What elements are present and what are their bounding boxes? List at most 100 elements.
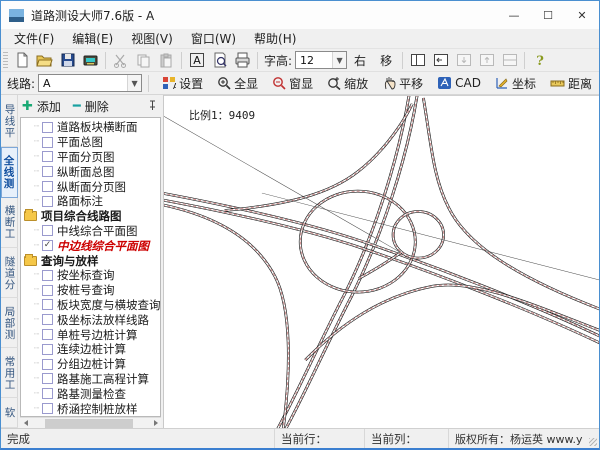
checkbox[interactable] [42, 137, 53, 148]
window-down-button[interactable] [452, 50, 475, 71]
checkbox[interactable] [42, 225, 53, 236]
tree-guide: ┈ [34, 389, 42, 399]
scroll-right-icon[interactable] [150, 418, 161, 429]
sidebar-tab-7[interactable]: 软件 [1, 398, 18, 428]
sidebar-tab-5[interactable]: 局部测设 [1, 298, 18, 348]
route-select[interactable]: A ▼ [38, 74, 142, 92]
cut-button[interactable] [109, 50, 132, 71]
tool-button-zoom[interactable]: 缩放 [320, 73, 375, 94]
tool-button-fit-all[interactable]: 全显 [210, 73, 265, 94]
delete-button[interactable]: 删除 [83, 98, 111, 115]
tree-item[interactable]: ┈中线综合平面图 [24, 224, 161, 239]
checkbox[interactable] [42, 122, 53, 133]
checkbox[interactable] [42, 344, 53, 355]
tree-item[interactable]: ┈分组边桩计算 [24, 357, 161, 372]
tree-horizontal-scrollbar[interactable] [20, 417, 161, 428]
tree-item[interactable]: ┈极坐标法放样线路 [24, 312, 161, 327]
checkbox[interactable] [42, 270, 53, 281]
help-button[interactable]: ? [528, 50, 551, 71]
tree-vertical-scrollbar[interactable] [161, 118, 162, 416]
maximize-button[interactable]: ☐ [531, 1, 565, 29]
checkbox[interactable]: ✓ [42, 240, 53, 251]
scale-annotation: 比例1：9409 [189, 107, 255, 123]
checkbox[interactable] [42, 285, 53, 296]
checkbox[interactable] [42, 166, 53, 177]
tool-button-coordinate[interactable]: 坐标 [488, 73, 543, 94]
toolbar-grip[interactable] [3, 52, 8, 68]
pin-icon[interactable] [145, 99, 159, 114]
font-button[interactable]: A [185, 50, 208, 71]
tool-button-settings[interactable]: A设置 [155, 73, 210, 94]
checkbox[interactable] [42, 196, 53, 207]
tree-item[interactable]: ┈按坐标查询 [24, 268, 161, 283]
checkbox[interactable] [42, 373, 53, 384]
current-row-label: 当前行： [275, 429, 365, 448]
tile-vertical-button[interactable] [406, 50, 429, 71]
tree-item[interactable]: ┈道路板块横断面 [24, 120, 161, 135]
checkbox[interactable] [42, 299, 53, 310]
checkbox[interactable] [42, 388, 53, 399]
sidebar-tab-6[interactable]: 常用工具 [1, 348, 18, 398]
copy-button[interactable] [132, 50, 155, 71]
folder-icon [24, 256, 37, 266]
tree-item[interactable]: ┈平面总图 [24, 135, 161, 150]
paste-button[interactable] [155, 50, 178, 71]
tree-item[interactable]: ┈连续边桩计算 [24, 342, 161, 357]
menu-item[interactable]: 编辑(E) [63, 28, 122, 49]
tool-button-distance[interactable]: 距离 [543, 73, 599, 94]
add-button[interactable]: 添加 [35, 98, 63, 115]
print-button[interactable] [231, 50, 254, 71]
tree-item[interactable]: ┈✓中边线综合平面图 [24, 238, 161, 253]
menu-item[interactable]: 文件(F) [5, 28, 63, 49]
pan-icon [382, 76, 396, 90]
tree-item[interactable]: ┈板块宽度与横坡查询 [24, 298, 161, 313]
checkbox[interactable] [42, 359, 53, 370]
sidebar-tab-strip: 导线平差全线测设横断工程隧道分析局部测设常用工具软件 [1, 95, 18, 428]
resize-grip[interactable] [587, 429, 599, 448]
tree-item[interactable]: ┈桥涵控制桩放样 [24, 401, 161, 416]
tree-item[interactable]: 查询与放样 [24, 253, 161, 268]
tree-item[interactable]: ┈按桩号查询 [24, 283, 161, 298]
tool-button-window-zoom[interactable]: 窗显 [265, 73, 320, 94]
close-button[interactable]: ✕ [565, 1, 599, 29]
sidebar-tab-1[interactable]: 导线平差 [1, 97, 18, 147]
checkbox[interactable] [42, 329, 53, 340]
right-button[interactable]: 右 [347, 50, 373, 71]
drawing-canvas[interactable]: 比例1：9409 [164, 95, 599, 428]
window-up-button[interactable] [475, 50, 498, 71]
checkbox[interactable] [42, 151, 53, 162]
device-button[interactable] [79, 50, 102, 71]
tree-item[interactable]: ┈路面标注 [24, 194, 161, 209]
tree-item[interactable]: ┈路基施工高程计算 [24, 372, 161, 387]
checkbox[interactable] [42, 403, 53, 414]
tree-item[interactable]: ┈纵断面分页图 [24, 179, 161, 194]
cad-icon [437, 76, 452, 90]
sidebar-tab-3[interactable]: 横断工程 [1, 198, 18, 248]
checkbox[interactable] [42, 314, 53, 325]
menu-item[interactable]: 帮助(H) [245, 28, 305, 49]
scroll-thumb[interactable] [45, 419, 133, 428]
tool-button-pan[interactable]: 平移 [375, 73, 430, 94]
cad-button[interactable]: CAD [430, 74, 488, 92]
minimize-button[interactable]: — [497, 1, 531, 29]
open-file-button[interactable] [33, 50, 56, 71]
move-button[interactable]: 移 [373, 50, 399, 71]
checkbox[interactable] [42, 181, 53, 192]
menu-item[interactable]: 视图(V) [122, 28, 182, 49]
new-file-button[interactable] [10, 50, 33, 71]
tree-item[interactable]: ┈平面分页图 [24, 150, 161, 165]
tree-guide: ┈ [34, 374, 42, 384]
tile-left-button[interactable] [429, 50, 452, 71]
split-horizontal-button[interactable] [498, 50, 521, 71]
font-height-select[interactable]: 12 ▼ [295, 51, 347, 69]
menu-item[interactable]: 窗口(W) [182, 28, 245, 49]
tree-item[interactable]: ┈路基测量检查 [24, 386, 161, 401]
scroll-left-icon[interactable] [20, 418, 31, 429]
sidebar-tab-2[interactable]: 全线测设 [1, 147, 18, 198]
sidebar-tab-4[interactable]: 隧道分析 [1, 248, 18, 298]
tree-item[interactable]: 项目综合线路图 [24, 209, 161, 224]
tree-item[interactable]: ┈纵断面总图 [24, 164, 161, 179]
save-button[interactable] [56, 50, 79, 71]
tree-item[interactable]: ┈单桩号边桩计算 [24, 327, 161, 342]
print-preview-button[interactable] [208, 50, 231, 71]
